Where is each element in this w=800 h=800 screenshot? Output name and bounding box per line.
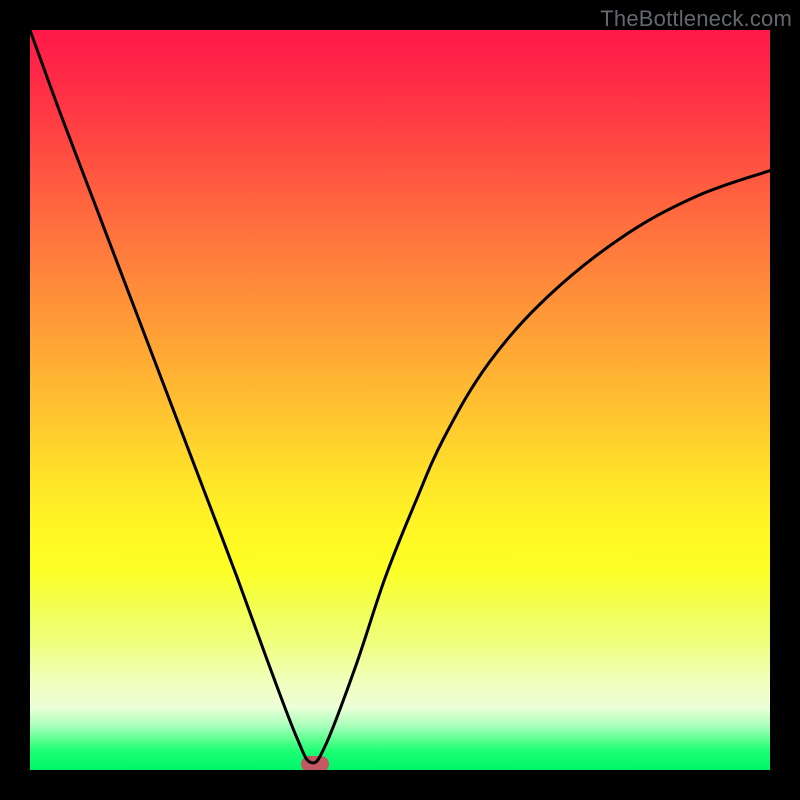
plot-area [30, 30, 770, 770]
curve-svg [30, 30, 770, 770]
watermark-text: TheBottleneck.com [600, 6, 792, 32]
chart-frame: TheBottleneck.com [0, 0, 800, 800]
bottleneck-curve [30, 30, 770, 763]
